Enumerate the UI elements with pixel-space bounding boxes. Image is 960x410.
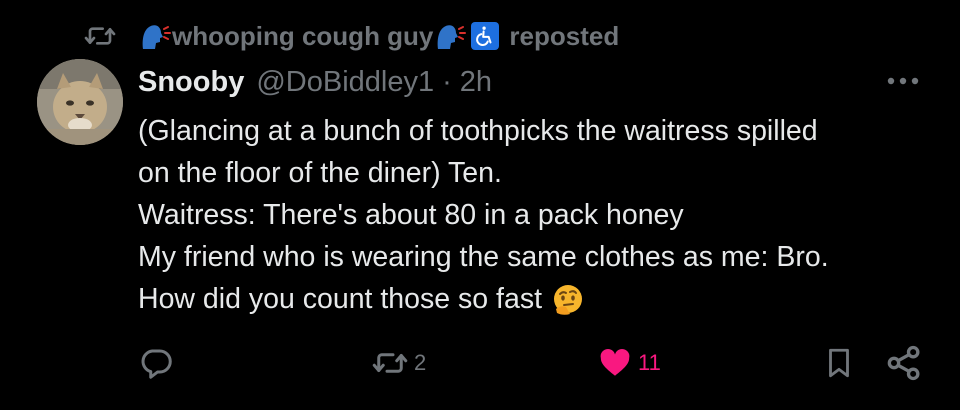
post-text-line: How did you count those so fast [138,278,938,320]
post-text: (Glancing at a bunch of toothpicks the w… [138,110,938,320]
reposter-name[interactable]: whooping cough guy [172,21,433,52]
repost-header: whooping cough guy reposted [84,18,619,54]
post-text-line: (Glancing at a bunch of toothpicks the w… [138,115,818,147]
post-text-line-last: How did you count those so fast [138,283,542,315]
tweet[interactable]: whooping cough guy reposted Snooby @DoBi… [0,0,960,410]
avatar[interactable] [37,59,123,145]
reply-button[interactable] [138,340,180,386]
separator-dot: · [442,65,452,98]
post-text-line: My friend who is wearing the same clothe… [138,241,829,273]
user-handle[interactable]: @DoBiddley1 [256,66,434,99]
thinking-face-emoji [551,283,585,317]
share-button[interactable] [884,340,924,386]
repost-icon [84,20,116,52]
bookmark-icon [822,345,856,381]
post-timestamp[interactable]: 2h [460,66,492,99]
repost-icon [372,345,408,381]
heart-icon [598,346,632,380]
post-text-line: on the floor of the diner) Ten. [138,157,502,189]
post-header: Snooby @DoBiddley1 · 2h [138,62,492,102]
wheelchair-symbol-emoji [471,22,500,50]
display-name[interactable]: Snooby [138,66,244,99]
repost-label: reposted [509,20,620,51]
like-button[interactable]: 11 [598,340,661,386]
more-horizontal-icon [885,73,921,91]
speaking-head-emoji [434,21,467,51]
share-icon [884,343,924,383]
post-text-line: Waitress: There's about 80 in a pack hon… [138,199,684,231]
repost-count: 2 [414,350,427,375]
repost-button[interactable]: 2 [372,340,426,386]
reply-icon [138,345,174,381]
like-count: 11 [638,350,661,375]
more-button[interactable] [880,66,926,98]
action-bar: 2 11 [0,340,960,386]
speaking-head-emoji [139,21,171,51]
bookmark-button[interactable] [822,340,856,386]
